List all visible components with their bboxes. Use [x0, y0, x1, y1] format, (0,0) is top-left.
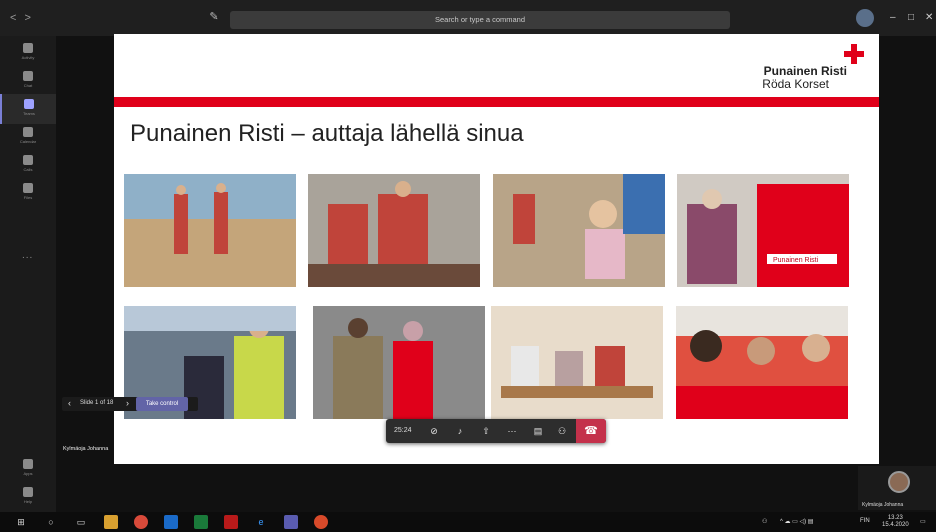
- photo-beach-volunteers: [124, 174, 296, 287]
- more-icon[interactable]: ...: [22, 250, 33, 261]
- calendar-icon: [23, 127, 33, 137]
- slide-indicator: Slide 1 of 18: [80, 400, 114, 406]
- chevron-right-icon[interactable]: >: [24, 12, 38, 24]
- compose-icon[interactable]: ✎: [206, 10, 222, 26]
- slide-title: Punainen Risti – auttaja lähellä sinua: [130, 120, 524, 147]
- file-icon: [23, 183, 33, 193]
- chevron-right-icon[interactable]: ›: [126, 398, 129, 408]
- search-input[interactable]: Search or type a command: [230, 11, 730, 29]
- photo-family-table: [491, 306, 663, 419]
- participants-icon[interactable]: ⚇: [554, 423, 570, 439]
- presenter-name: Kylmäoja Johanna: [63, 446, 109, 452]
- explorer-icon[interactable]: [104, 515, 118, 529]
- powerpoint-icon[interactable]: [314, 515, 328, 529]
- call-controls: 25:24 ⊘ ♪ ⇧ ⋯ ▤ ⚇ ☎: [386, 419, 606, 443]
- chat-icon: [23, 71, 33, 81]
- logo-name: Punainen Risti: [763, 64, 847, 78]
- call-timer: 25:24: [394, 427, 412, 434]
- rail-item-label: Teams: [23, 111, 35, 116]
- mic-icon[interactable]: ♪: [452, 423, 468, 439]
- rail-item-files[interactable]: Files: [0, 178, 56, 208]
- self-view-tile[interactable]: Kylmäoja Johanna: [858, 466, 936, 510]
- search-icon[interactable]: ○: [44, 515, 58, 529]
- photo-child-visit: [493, 174, 665, 287]
- chat-icon[interactable]: ▤: [530, 423, 546, 439]
- rail-item-help[interactable]: Help: [0, 482, 56, 512]
- photo-street-help: [313, 306, 485, 419]
- logo-subtitle: Röda Korset: [762, 77, 829, 91]
- self-view-name: Kylmäoja Johanna: [862, 502, 904, 508]
- take-control-button[interactable]: Take control: [136, 397, 188, 411]
- rail-item-apps[interactable]: Apps: [0, 454, 56, 484]
- rail-item-label: Calendar: [19, 139, 37, 144]
- share-screen-icon[interactable]: ⇧: [478, 423, 494, 439]
- system-tray-icons[interactable]: ^ ☁ ▭ ◁) ▤: [780, 518, 813, 525]
- clock-date: 15.4.2020: [882, 522, 909, 528]
- excel-icon[interactable]: [194, 515, 208, 529]
- bell-icon: [23, 43, 33, 53]
- rail-item-calls[interactable]: Calls: [0, 150, 56, 180]
- outlook-icon[interactable]: [164, 515, 178, 529]
- rail-item-teams[interactable]: Teams: [0, 94, 56, 124]
- nav-arrows: <>: [10, 12, 39, 24]
- help-icon: [23, 487, 33, 497]
- vest-label: Punainen Risti: [773, 257, 819, 264]
- video-off-icon[interactable]: ⊘: [426, 423, 442, 439]
- taskbar: ⊞ ○ ▭ e ⚇ ^ ☁ ▭ ◁) ▤ FIN 13.23 15.4.2020…: [0, 512, 936, 532]
- windows-icon[interactable]: ⊞: [14, 515, 28, 529]
- rail-item-activity[interactable]: Activity: [0, 38, 56, 68]
- chevron-left-icon[interactable]: ‹: [68, 398, 71, 408]
- notifications-icon[interactable]: ▭: [920, 518, 926, 525]
- teams-icon: [24, 99, 34, 109]
- rail-item-label: Chat: [23, 83, 33, 88]
- rail-item-calendar[interactable]: Calendar: [0, 122, 56, 152]
- phone-icon: [23, 155, 33, 165]
- chrome-icon[interactable]: [134, 515, 148, 529]
- apps-icon: [23, 459, 33, 469]
- rail-item-label: Help: [23, 499, 33, 504]
- clock-time: 13.23: [887, 515, 903, 521]
- edge-icon[interactable]: e: [254, 515, 268, 529]
- chevron-left-icon[interactable]: <: [10, 12, 24, 24]
- app-rail: Activity Chat Teams Calendar Calls Files…: [0, 36, 56, 512]
- task-view-icon[interactable]: ▭: [74, 515, 88, 529]
- rail-item-label: Apps: [23, 471, 33, 476]
- photo-group-smiles: [676, 306, 848, 419]
- more-icon[interactable]: ⋯: [504, 423, 520, 439]
- shared-slide: Punainen Risti Röda Korset Punainen Rist…: [114, 34, 879, 464]
- title-bar: <> ✎ Search or type a command – □ ✕: [0, 0, 936, 36]
- hang-up-icon[interactable]: ☎: [576, 419, 606, 443]
- rail-item-label: Activity: [21, 55, 35, 60]
- avatar: [888, 471, 910, 493]
- red-cross-logo-icon: [844, 44, 864, 64]
- rail-item-chat[interactable]: Chat: [0, 66, 56, 96]
- rail-item-label: Files: [23, 195, 33, 200]
- people-icon[interactable]: ⚇: [762, 518, 767, 525]
- photo-vest-volunteer: Punainen Risti: [677, 174, 849, 287]
- avatar[interactable]: [856, 9, 874, 27]
- minimize-button[interactable]: –: [890, 12, 896, 23]
- red-divider: [114, 97, 879, 107]
- clock[interactable]: 13.23 15.4.2020: [882, 515, 909, 529]
- maximize-button[interactable]: □: [908, 12, 914, 23]
- close-button[interactable]: ✕: [925, 12, 933, 23]
- teams-icon[interactable]: [284, 515, 298, 529]
- language-indicator[interactable]: FIN: [860, 518, 870, 524]
- acrobat-icon[interactable]: [224, 515, 238, 529]
- rail-item-label: Calls: [23, 167, 33, 172]
- photo-first-aid: [308, 174, 480, 287]
